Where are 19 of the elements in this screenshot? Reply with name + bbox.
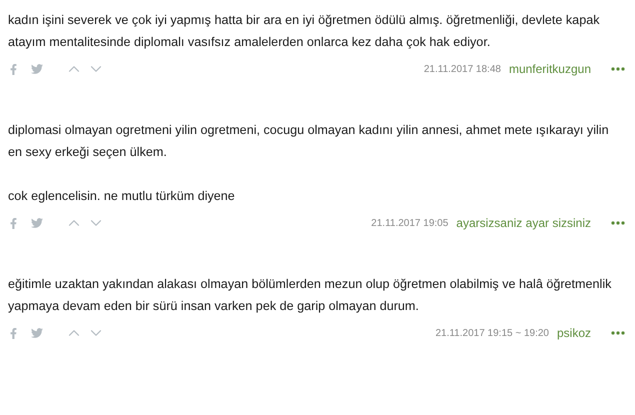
entry-text: cok eglencelisin. ne mutlu türküm diyene: [8, 188, 236, 205]
author-link[interactable]: psikoz: [556, 326, 591, 340]
author-link[interactable]: ayarsizsaniz ayar sizsiniz: [456, 216, 591, 230]
entry-date[interactable]: 21.11.2017 19:15 ~ 19:20: [435, 328, 549, 338]
twitter-icon[interactable]: [31, 217, 43, 229]
entry-text: eğitimle uzaktan yakından alakası olmayan bölümlerden mezun olup öğretmen olabilmiş ve halâ öğretmenlik yapmaya devam eden bir sürü insan varken pek de garip olmayan durum.: [8, 276, 612, 315]
facebook-icon[interactable]: [8, 64, 19, 74]
more-icon[interactable]: [611, 67, 625, 71]
entry-date[interactable]: 21.11.2017 19:05: [371, 218, 448, 228]
entry-date[interactable]: 21.11.2017 18:48: [424, 64, 501, 74]
entry-text: kadın işini severek ve çok iyi yapmış hatta bir ara en iyi öğretmen ödülü almış. öğretmenliği, devlete kapak atayım mentalitesinde diplomalı vasıfsız amalelerden onlarca kez daha çok hak ediyor.: [8, 12, 600, 51]
entry-text: diplomasi olmayan ogretmeni yilin ogretmeni, cocugu olmayan kadını yilin annesi, ahmet mete ışıkarayı yilin en sexy erkeği seçen ülkem.: [8, 122, 610, 161]
author-link[interactable]: munferitkuzgun: [508, 62, 591, 76]
facebook-icon[interactable]: [8, 218, 19, 228]
twitter-icon[interactable]: [31, 327, 43, 339]
more-icon[interactable]: [611, 221, 625, 225]
facebook-icon[interactable]: [8, 328, 19, 338]
more-icon[interactable]: [611, 331, 625, 335]
twitter-icon[interactable]: [31, 63, 43, 75]
